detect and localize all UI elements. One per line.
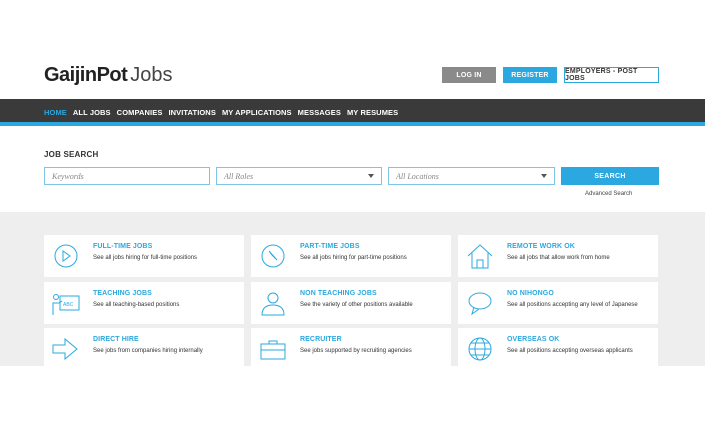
category-desc: See all positions accepting overseas app… [507, 348, 633, 354]
category-desc: See all jobs hiring for part-time positi… [300, 255, 407, 261]
clock-icon [261, 244, 285, 268]
category-no-nihongo[interactable]: NO NIHONGO See all positions accepting a… [458, 282, 658, 324]
advanced-search-link[interactable]: Advanced Search [585, 191, 632, 197]
category-full-time[interactable]: FULL-TIME JOBS See all jobs hiring for f… [44, 235, 244, 277]
globe-icon [468, 337, 492, 361]
category-title: NON TEACHING JOBS [300, 290, 377, 297]
category-direct-hire[interactable]: DIRECT HIRE See jobs from companies hiri… [44, 328, 244, 366]
nav-item-my-resumes[interactable]: MY RESUMES [347, 108, 398, 117]
category-grid: FULL-TIME JOBS See all jobs hiring for f… [0, 212, 705, 366]
nav-item-my-applications[interactable]: MY APPLICATIONS [222, 108, 292, 117]
job-search-title: JOB SEARCH [44, 150, 99, 159]
chalkboard-icon: ABC [52, 294, 80, 315]
site-logo[interactable]: GaijinPot Jobs [44, 64, 173, 88]
nav-item-invitations[interactable]: INVITATIONS [168, 108, 216, 117]
category-title: RECRUITER [300, 336, 342, 343]
chevron-down-icon [368, 174, 374, 178]
category-title: NO NIHONGO [507, 290, 554, 297]
search-button[interactable]: SEARCH [561, 167, 659, 185]
clock-icon [54, 244, 78, 268]
category-title: DIRECT HIRE [93, 336, 139, 343]
nav-item-home[interactable]: HOME [44, 108, 67, 117]
keywords-placeholder: Keywords [52, 171, 84, 181]
employers-post-jobs-button[interactable]: EMPLOYERS - POST JOBS [564, 67, 659, 83]
svg-text:ABC: ABC [63, 302, 74, 308]
logo-brand: GaijinPot [44, 64, 128, 86]
roles-select-value: All Roles [224, 171, 254, 181]
main-nav: HOME ALL JOBS COMPANIES INVITATIONS MY A… [0, 99, 705, 126]
category-title: REMOTE WORK OK [507, 243, 575, 250]
category-desc: See jobs from companies hiring internall… [93, 348, 203, 354]
category-desc: See jobs supported by recruiting agencie… [300, 348, 412, 354]
category-remote-work[interactable]: REMOTE WORK OK See all jobs that allow w… [458, 235, 658, 277]
category-title: FULL-TIME JOBS [93, 243, 153, 250]
chevron-down-icon [541, 174, 547, 178]
category-recruiter[interactable]: RECRUITER See jobs supported by recruiti… [251, 328, 451, 366]
category-teaching[interactable]: ABC TEACHING JOBS See all teaching-based… [44, 282, 244, 324]
category-overseas[interactable]: OVERSEAS OK See all positions accepting … [458, 328, 658, 366]
locations-select-value: All Locations [396, 171, 439, 181]
house-icon [467, 244, 493, 269]
category-desc: See all positions accepting any level of… [507, 302, 638, 308]
briefcase-icon [260, 340, 286, 360]
nav-item-messages[interactable]: MESSAGES [298, 108, 341, 117]
arrow-right-icon [52, 337, 78, 361]
roles-select[interactable]: All Roles [216, 167, 382, 185]
category-desc: See all teaching-based positions [93, 302, 180, 308]
category-title: OVERSEAS OK [507, 336, 560, 343]
nav-item-companies[interactable]: COMPANIES [117, 108, 163, 117]
category-part-time[interactable]: PART-TIME JOBS See all jobs hiring for p… [251, 235, 451, 277]
category-title: PART-TIME JOBS [300, 243, 360, 250]
speech-bubble-icon [468, 292, 492, 316]
category-desc: See the variety of other positions avail… [300, 302, 413, 308]
logo-suffix: Jobs [130, 64, 173, 86]
login-button[interactable]: LOG IN [442, 67, 496, 83]
category-desc: See all jobs that allow work from home [507, 255, 610, 261]
category-title: TEACHING JOBS [93, 290, 152, 297]
locations-select[interactable]: All Locations [388, 167, 555, 185]
register-button[interactable]: REGISTER [503, 67, 557, 83]
person-icon [261, 292, 285, 316]
category-non-teaching[interactable]: NON TEACHING JOBS See the variety of oth… [251, 282, 451, 324]
nav-item-all-jobs[interactable]: ALL JOBS [73, 108, 111, 117]
category-desc: See all jobs hiring for full-time positi… [93, 255, 198, 261]
keywords-input[interactable]: Keywords [44, 167, 210, 185]
